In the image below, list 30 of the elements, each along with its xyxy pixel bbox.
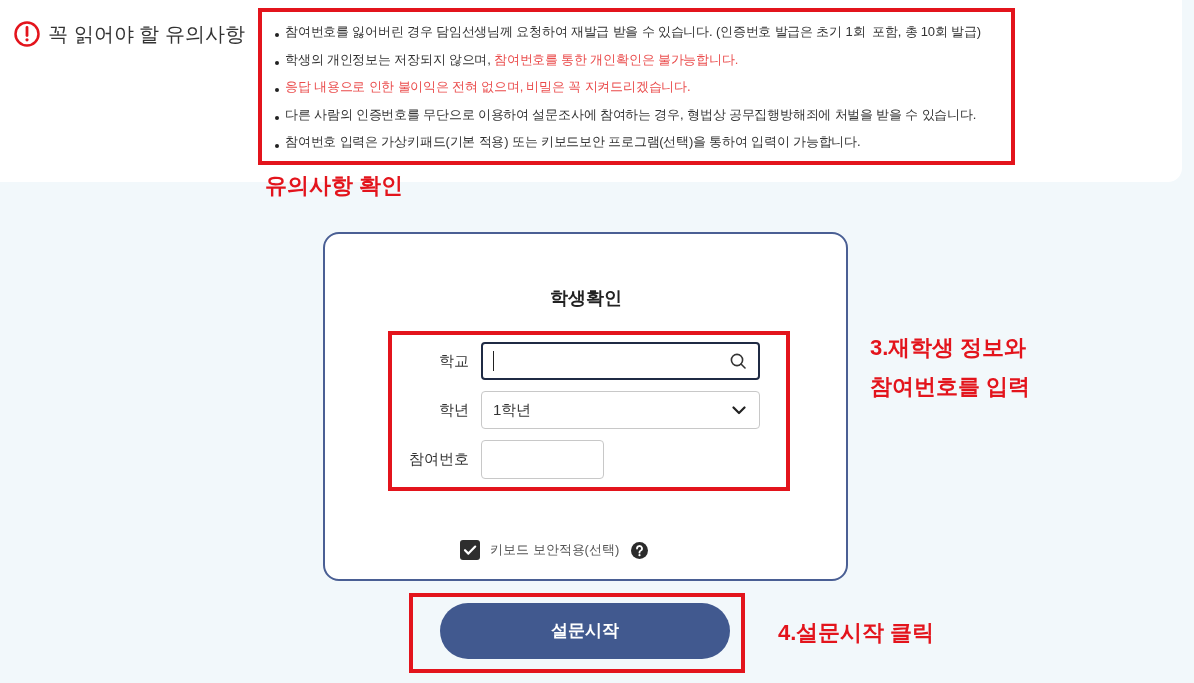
bullet-icon xyxy=(275,116,279,121)
annotation-label: 4.설문시작 클릭 xyxy=(778,619,935,647)
start-survey-button[interactable]: 설문시작 xyxy=(440,603,730,659)
field-label: 참여번호 xyxy=(408,448,469,469)
annotation-label: 참여번호를 입력 xyxy=(870,373,1031,401)
bullet-icon xyxy=(275,88,279,93)
annotation-label: 3.재학생 정보와 xyxy=(870,334,1028,362)
field-label: 학교 xyxy=(438,350,469,371)
search-field[interactable] xyxy=(481,342,760,380)
bullet-icon xyxy=(275,143,279,148)
notice-title: 꼭 읽어야 할 유의사항 xyxy=(48,22,245,47)
field-label: 학년 xyxy=(438,399,469,420)
checkbox[interactable] xyxy=(460,540,480,560)
bullet-icon xyxy=(275,33,279,38)
notice-text: 참여번호 입력은 가상키패드(기본 적용) 또는 키보드보안 프로그램(선택)을 통하여 입력이 가능합니다. xyxy=(285,133,861,152)
notice-text: 참여번호를 잃어버린 경우 담임선생님께 요청하여 재발급 받을 수 있습니다. (인증번호 발급은 초기 1회 포함, 총 10회 발급) xyxy=(285,23,981,42)
notice-text: 다른 사람의 인증번호를 무단으로 이용하여 설문조사에 참여하는 경우, 형법상 공무집행방해죄에 처벌을 받을 수 있습니다. xyxy=(285,105,977,124)
card-title: 학생확인 xyxy=(548,287,623,310)
notice-text: 응답 내용으로 인한 불이익은 전혀 없으며, 비밀은 꼭 지켜드리겠습니다. xyxy=(285,78,691,97)
warning-icon xyxy=(14,21,40,47)
checkbox-label: 키보드 보안적용(선택) xyxy=(490,541,620,560)
notice-text: 학생의 개인정보는 저장되지 않으며, 참여번호를 통한 개인확인은 불가능합니다. xyxy=(285,50,739,69)
chevron-down-icon xyxy=(732,405,746,415)
grade-select[interactable]: 1학년 xyxy=(481,391,760,429)
search-icon[interactable] xyxy=(730,353,746,369)
text-cursor-icon xyxy=(493,351,494,371)
bullet-icon xyxy=(275,60,279,65)
annotation-label: 유의사항 확인 xyxy=(265,172,404,200)
help-icon[interactable] xyxy=(631,541,649,559)
text-input[interactable] xyxy=(481,439,604,479)
